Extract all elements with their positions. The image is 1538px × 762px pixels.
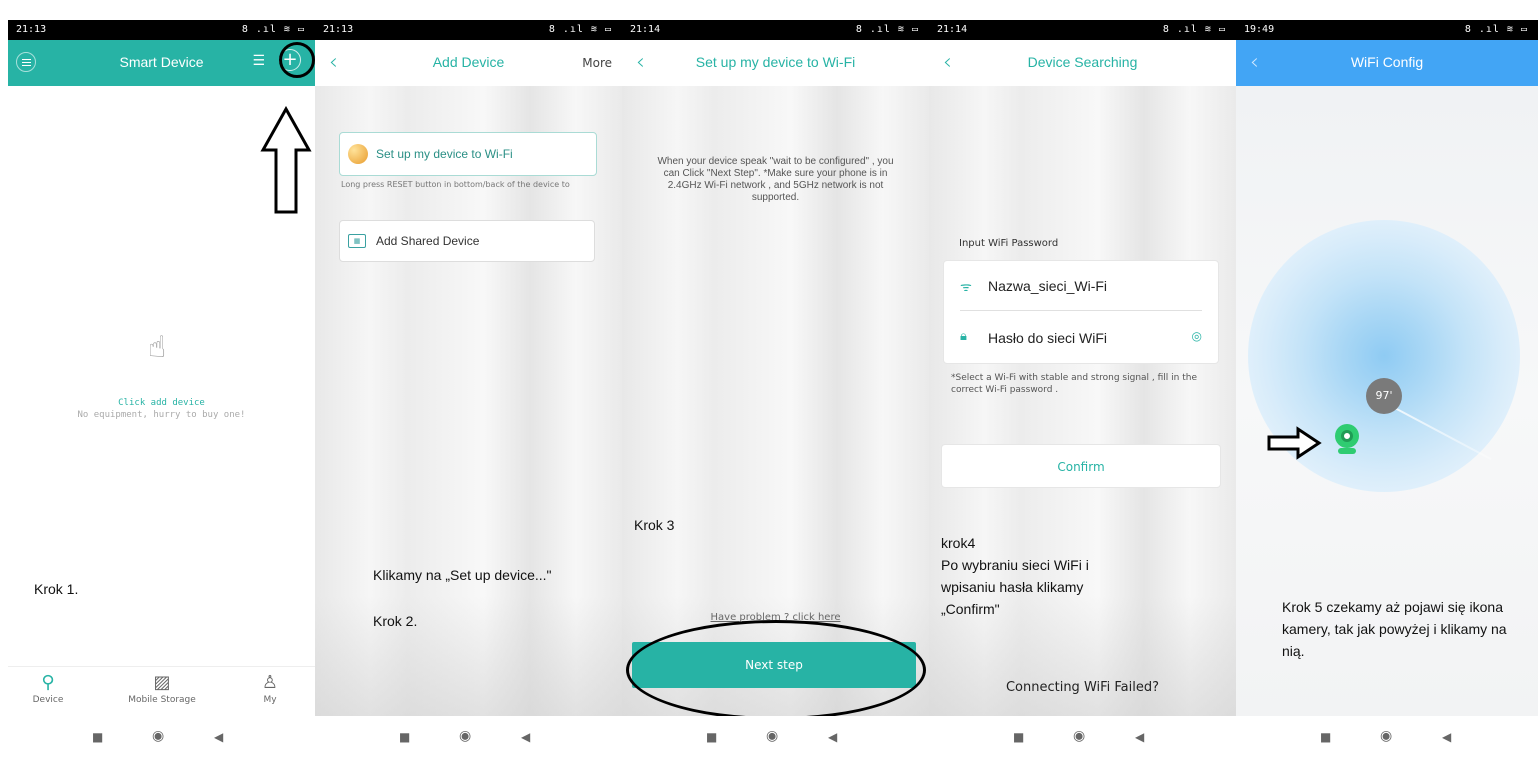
app-header: ‹ WiFi Config xyxy=(1236,40,1538,86)
system-nav-bar: ■ ◉ ◀ xyxy=(8,716,315,762)
recents-button[interactable]: ■ xyxy=(1320,730,1331,744)
progress-indicator: 97' xyxy=(1366,378,1402,414)
camera-icon[interactable] xyxy=(1334,424,1360,454)
empty-state-title[interactable]: Click add device xyxy=(8,398,315,408)
home-button[interactable]: ◉ xyxy=(1380,728,1392,744)
step-annotation: Krok 3 xyxy=(634,517,675,533)
reset-hint: Long press RESET button in bottom/back o… xyxy=(341,180,570,189)
ssid-field[interactable]: ᯤ Nazwa_sieci_Wi-Fi xyxy=(960,261,1202,311)
right-arrow-annotation xyxy=(1267,426,1322,460)
back-button[interactable]: ◀ xyxy=(1135,730,1144,744)
option-label: Set up my device to Wi-Fi xyxy=(376,147,513,161)
recents-button[interactable]: ■ xyxy=(1013,730,1024,744)
up-arrow-annotation xyxy=(260,106,312,214)
system-nav-bar: ■ ◉ ◀ xyxy=(929,716,1236,762)
image-icon: ▨ xyxy=(153,672,171,693)
status-bar: 21:13 8 .ıl ≋ ▭ xyxy=(8,20,315,40)
step-annotation: Krok 2. xyxy=(373,613,418,629)
status-bar: 21:13 8 .ıl ≋ ▭ xyxy=(315,20,622,40)
status-bar: 21:14 8 .ıl ≋ ▭ xyxy=(929,20,1236,40)
back-button[interactable]: ◀ xyxy=(521,730,530,744)
confirm-button[interactable]: Confirm xyxy=(941,444,1221,488)
app-header: Smart Device ☰ + xyxy=(8,40,315,86)
screen-smart-device: 21:13 8 .ıl ≋ ▭ Smart Device ☰ + ☝ Click… xyxy=(8,20,315,762)
more-button[interactable]: More xyxy=(582,56,612,70)
person-icon: ♙ xyxy=(261,672,279,693)
recents-button[interactable]: ■ xyxy=(399,730,410,744)
page-title: Device Searching xyxy=(1027,54,1138,70)
status-time: 21:13 xyxy=(323,24,354,35)
section-label: Input WiFi Password xyxy=(959,238,1059,249)
tab-label: Device xyxy=(32,695,64,705)
home-button[interactable]: ◉ xyxy=(766,728,778,744)
status-time: 19:49 xyxy=(1244,24,1275,35)
tab-label: Mobile Storage xyxy=(128,695,196,705)
add-shared-device-option[interactable]: ▦ Add Shared Device xyxy=(339,220,595,262)
app-header: ‹ Add Device More xyxy=(315,40,622,86)
status-time: 21:13 xyxy=(16,24,47,35)
background-image xyxy=(929,86,1236,716)
eye-icon[interactable]: ◎ xyxy=(1192,329,1202,343)
setup-wifi-option[interactable]: Set up my device to Wi-Fi xyxy=(339,132,597,176)
tap-hand-icon[interactable]: ☝ xyxy=(148,330,166,365)
home-button[interactable]: ◉ xyxy=(152,728,164,744)
system-nav-bar: ■ ◉ ◀ xyxy=(315,716,622,762)
status-icons: 8 .ıl ≋ ▭ xyxy=(241,24,305,35)
step-annotation: Klikamy na „Set up device..." xyxy=(373,567,552,583)
tab-label: My xyxy=(263,695,277,705)
step-annotation: krok4 Po wybraniu sieci WiFi i wpisaniu … xyxy=(941,535,1089,617)
lock-icon: 🔒︎ xyxy=(960,329,967,344)
page-title: Set up my device to Wi-Fi xyxy=(695,54,856,70)
ssid-value: Nazwa_sieci_Wi-Fi xyxy=(988,278,1108,294)
wifi-note: *Select a Wi-Fi with stable and strong s… xyxy=(951,373,1198,395)
status-bar: 21:14 8 .ıl ≋ ▭ xyxy=(622,20,929,40)
page-title: Smart Device xyxy=(119,54,204,70)
back-button[interactable]: ◀ xyxy=(1442,730,1451,744)
system-nav-bar: ■ ◉ ◀ xyxy=(622,716,929,762)
status-icons: 8 .ıl ≋ ▭ xyxy=(1464,24,1528,35)
highlight-ellipse-annotation xyxy=(626,620,926,720)
back-button[interactable]: ◀ xyxy=(214,730,223,744)
empty-state-subtitle: No equipment, hurry to buy one! xyxy=(77,410,246,420)
app-header: ‹ Set up my device to Wi-Fi xyxy=(622,40,929,86)
screen-wifi-config: 19:49 8 .ıl ≋ ▭ ‹ WiFi Config 97' Krok 5… xyxy=(1236,20,1538,762)
screen-device-searching: 21:14 8 .ıl ≋ ▭ ‹ Device Searching Input… xyxy=(929,20,1236,762)
location-pin-icon: ⚲ xyxy=(41,672,55,693)
wifi-form: ᯤ Nazwa_sieci_Wi-Fi 🔒︎ Hasło do sieci Wi… xyxy=(943,260,1219,364)
tab-mobile-storage[interactable]: ▨ Mobile Storage xyxy=(122,671,202,705)
page-title: WiFi Config xyxy=(1350,54,1424,70)
status-icons: 8 .ıl ≋ ▭ xyxy=(855,24,919,35)
status-time: 21:14 xyxy=(937,24,968,35)
home-button[interactable]: ◉ xyxy=(459,728,471,744)
page-title: Add Device xyxy=(432,54,505,70)
step-annotation: Krok 5 czekamy aż pojawi się ikona kamer… xyxy=(1282,599,1507,659)
recents-button[interactable]: ■ xyxy=(92,730,103,744)
status-icons: 8 .ıl ≋ ▭ xyxy=(1162,24,1226,35)
recents-button[interactable]: ■ xyxy=(706,730,717,744)
status-bar: 19:49 8 .ıl ≋ ▭ xyxy=(1236,20,1538,40)
system-nav-bar: ■ ◉ ◀ xyxy=(1236,716,1538,762)
password-field[interactable]: 🔒︎ Hasło do sieci WiFi ◎ xyxy=(960,313,1202,363)
status-time: 21:14 xyxy=(630,24,661,35)
back-button[interactable]: ◀ xyxy=(828,730,837,744)
app-header: ‹ Device Searching xyxy=(929,40,1236,86)
screen-setup-wifi: 21:14 8 .ıl ≋ ▭ ‹ Set up my device to Wi… xyxy=(622,20,929,762)
tab-my[interactable]: ♙ My xyxy=(230,671,310,705)
wifi-icon: ᯤ xyxy=(960,280,972,295)
home-button[interactable]: ◉ xyxy=(1073,728,1085,744)
sort-icon[interactable]: ☰ xyxy=(252,53,265,69)
bottom-tab-bar: ⚲ Device ▨ Mobile Storage ♙ My xyxy=(8,666,315,716)
connecting-failed-link[interactable]: Connecting WiFi Failed? xyxy=(929,680,1236,695)
status-icons: 8 .ıl ≋ ▭ xyxy=(548,24,612,35)
keyboard-icon: ▦ xyxy=(348,234,366,248)
step-annotation: Krok 1. xyxy=(34,581,79,597)
screen-add-device: 21:13 8 .ıl ≋ ▭ ‹ Add Device More Set up… xyxy=(315,20,622,762)
setup-instructions: When your device speak "wait to be confi… xyxy=(657,156,894,203)
highlight-circle-annotation xyxy=(279,42,315,78)
option-label: Add Shared Device xyxy=(376,234,480,248)
moon-icon xyxy=(348,144,368,164)
password-value: Hasło do sieci WiFi xyxy=(988,330,1108,346)
tab-device[interactable]: ⚲ Device xyxy=(8,671,88,705)
